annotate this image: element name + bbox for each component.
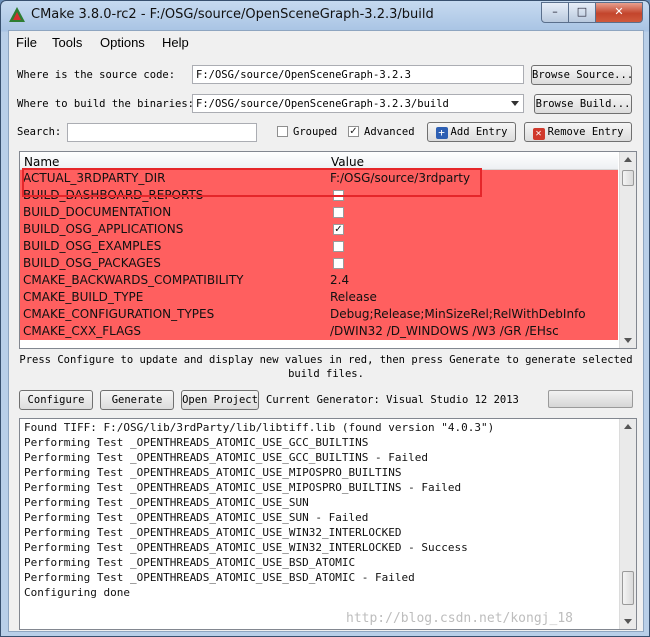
row-checkbox[interactable] bbox=[333, 241, 344, 252]
advanced-checkbox[interactable]: ✓ bbox=[348, 126, 359, 137]
row-name: BUILD_OSG_APPLICATIONS bbox=[23, 222, 184, 236]
scroll-up-icon[interactable] bbox=[624, 424, 632, 429]
table-row[interactable]: ACTUAL_3RDPARTY_DIR F:/OSG/source/3rdpart… bbox=[20, 170, 618, 187]
menu-bar: File Tools Options Help bbox=[9, 31, 643, 53]
table-row[interactable]: BUILD_OSG_APPLICATIONS ✓ bbox=[20, 221, 618, 238]
table-scrollbar[interactable] bbox=[619, 152, 636, 348]
source-input[interactable]: F:/OSG/source/OpenSceneGraph-3.2.3 bbox=[192, 65, 524, 84]
configure-button[interactable]: Configure bbox=[19, 390, 93, 410]
hint-line-2: build files. bbox=[288, 368, 364, 380]
table-row[interactable]: BUILD_OSG_PACKAGES bbox=[20, 255, 618, 272]
cache-table: Name Value ACTUAL_3RDPARTY_DIR F:/OSG/sou… bbox=[19, 151, 637, 349]
row-name: BUILD_OSG_PACKAGES bbox=[23, 256, 161, 270]
build-label: Where to build the binaries: bbox=[17, 98, 195, 110]
table-row[interactable]: CMAKE_CONFIGURATION_TYPES Debug;Release;M… bbox=[20, 306, 618, 323]
build-combo[interactable]: F:/OSG/source/OpenSceneGraph-3.2.3/build bbox=[192, 94, 524, 113]
browse-build-button[interactable]: Browse Build... bbox=[534, 94, 632, 114]
row-name: CMAKE_BUILD_TYPE bbox=[23, 290, 144, 304]
table-row[interactable]: BUILD_DASHBOARD_REPORTS bbox=[20, 187, 618, 204]
row-value[interactable]: F:/OSG/source/3rdparty bbox=[330, 171, 470, 185]
minimize-button[interactable]: – bbox=[541, 2, 569, 23]
maximize-button[interactable]: □ bbox=[568, 2, 596, 23]
table-row[interactable]: BUILD_OSG_EXAMPLES bbox=[20, 238, 618, 255]
current-generator-label: Current Generator: Visual Studio 12 2013 bbox=[266, 394, 519, 406]
table-row[interactable]: CMAKE_CXX_FLAGS/DWIN32 /D_WINDOWS /W3 /G… bbox=[20, 323, 618, 340]
search-input[interactable] bbox=[67, 123, 257, 142]
log-line: Performing Test _OPENTHREADS_ATOMIC_USE_… bbox=[24, 466, 402, 479]
row-name: CMAKE_CONFIGURATION_TYPES bbox=[23, 307, 215, 321]
generate-button[interactable]: Generate bbox=[100, 390, 174, 410]
chevron-down-icon[interactable] bbox=[511, 101, 519, 106]
log-line: Configuring done bbox=[24, 586, 130, 599]
row-value[interactable]: /DWIN32 /D_WINDOWS /W3 /GR /EHsc bbox=[330, 324, 559, 338]
cmake-window: CMake 3.8.0-rc2 - F:/OSG/source/OpenScen… bbox=[0, 0, 650, 637]
log-line: Performing Test _OPENTHREADS_ATOMIC_USE_… bbox=[24, 496, 309, 509]
row-name: CMAKE_CXX_FLAGS bbox=[23, 324, 141, 338]
remove-entry-label: Remove Entry bbox=[547, 126, 624, 138]
menu-options[interactable]: Options bbox=[100, 35, 145, 50]
table-row[interactable]: CMAKE_BACKWARDS_COMPATIBILITY 2.4 bbox=[20, 272, 618, 289]
menu-file[interactable]: File bbox=[16, 35, 37, 50]
configure-hint: Press Configure to update and display ne… bbox=[9, 353, 643, 381]
scroll-down-icon[interactable] bbox=[624, 338, 632, 343]
output-log[interactable]: Found TIFF: F:/OSG/lib/3rdParty/lib/libt… bbox=[19, 418, 637, 630]
row-checkbox[interactable] bbox=[333, 258, 344, 269]
row-name: CMAKE_BACKWARDS_COMPATIBILITY bbox=[23, 273, 244, 287]
search-label: Search: bbox=[17, 126, 62, 138]
row-name: BUILD_OSG_EXAMPLES bbox=[23, 239, 162, 253]
log-line: Performing Test _OPENTHREADS_ATOMIC_USE_… bbox=[24, 556, 356, 569]
progress-bar bbox=[548, 390, 633, 408]
grouped-label: Grouped bbox=[293, 126, 338, 138]
source-label: Where is the source code: bbox=[17, 69, 176, 81]
scroll-down-icon[interactable] bbox=[624, 619, 632, 624]
scroll-up-icon[interactable] bbox=[624, 157, 632, 162]
remove-entry-button[interactable]: ✕ Remove Entry bbox=[524, 122, 632, 142]
log-line: Performing Test _OPENTHREADS_ATOMIC_USE_… bbox=[24, 541, 468, 554]
row-value[interactable]: Release bbox=[330, 290, 377, 304]
log-line: Performing Test _OPENTHREADS_ATOMIC_USE_… bbox=[24, 451, 428, 464]
build-combo-value: F:/OSG/source/OpenSceneGraph-3.2.3/build bbox=[196, 98, 449, 110]
log-line: Performing Test _OPENTHREADS_ATOMIC_USE_… bbox=[24, 511, 369, 524]
hint-line-1: Press Configure to update and display ne… bbox=[19, 354, 633, 366]
output-scrollbar[interactable] bbox=[619, 419, 636, 629]
window-title: CMake 3.8.0-rc2 - F:/OSG/source/OpenScen… bbox=[31, 7, 434, 22]
advanced-label: Advanced bbox=[364, 126, 415, 138]
log-line: Performing Test _OPENTHREADS_ATOMIC_USE_… bbox=[24, 481, 462, 494]
column-name-header[interactable]: Name bbox=[24, 155, 59, 169]
browse-source-button[interactable]: Browse Source... bbox=[531, 65, 633, 85]
title-bar[interactable]: CMake 3.8.0-rc2 - F:/OSG/source/OpenScen… bbox=[1, 1, 649, 29]
table-header: Name Value bbox=[20, 152, 618, 170]
close-button[interactable]: ✕ bbox=[595, 2, 643, 23]
table-row[interactable]: CMAKE_BUILD_TYPE Release bbox=[20, 289, 618, 306]
row-value[interactable]: 2.4 bbox=[330, 273, 349, 287]
grouped-checkbox[interactable] bbox=[277, 126, 288, 137]
menu-tools[interactable]: Tools bbox=[52, 35, 82, 50]
remove-icon: ✕ bbox=[532, 128, 545, 140]
log-line: Performing Test _OPENTHREADS_ATOMIC_USE_… bbox=[24, 436, 369, 449]
row-name: ACTUAL_3RDPARTY_DIR bbox=[23, 171, 166, 185]
log-line: Performing Test _OPENTHREADS_ATOMIC_USE_… bbox=[24, 526, 402, 539]
add-entry-label: Add Entry bbox=[450, 126, 508, 138]
output-scroll-thumb[interactable] bbox=[622, 571, 634, 605]
table-scroll-thumb[interactable] bbox=[622, 170, 634, 186]
log-line: Found TIFF: F:/OSG/lib/3rdParty/lib/libt… bbox=[24, 421, 495, 434]
row-checkbox[interactable]: ✓ bbox=[333, 224, 344, 235]
log-line: Performing Test _OPENTHREADS_ATOMIC_USE_… bbox=[24, 571, 415, 584]
column-value-header[interactable]: Value bbox=[331, 155, 364, 169]
row-value[interactable]: Debug;Release;MinSizeRel;RelWithDebInfo bbox=[330, 307, 586, 321]
add-entry-button[interactable]: + Add Entry bbox=[427, 122, 516, 142]
add-icon: + bbox=[435, 127, 448, 139]
row-name: BUILD_DOCUMENTATION bbox=[23, 205, 172, 219]
row-checkbox[interactable] bbox=[333, 207, 344, 218]
watermark: http://blog.csdn.net/kongj_18 bbox=[346, 611, 573, 626]
row-checkbox[interactable] bbox=[333, 190, 344, 201]
open-project-button[interactable]: Open Project bbox=[181, 390, 259, 410]
cmake-logo-icon bbox=[9, 7, 25, 22]
row-name: BUILD_DASHBOARD_REPORTS bbox=[23, 188, 204, 202]
menu-help[interactable]: Help bbox=[162, 35, 189, 50]
main-client-area: File Tools Options Help Where is the sou… bbox=[8, 30, 644, 632]
table-row[interactable]: BUILD_DOCUMENTATION bbox=[20, 204, 618, 221]
